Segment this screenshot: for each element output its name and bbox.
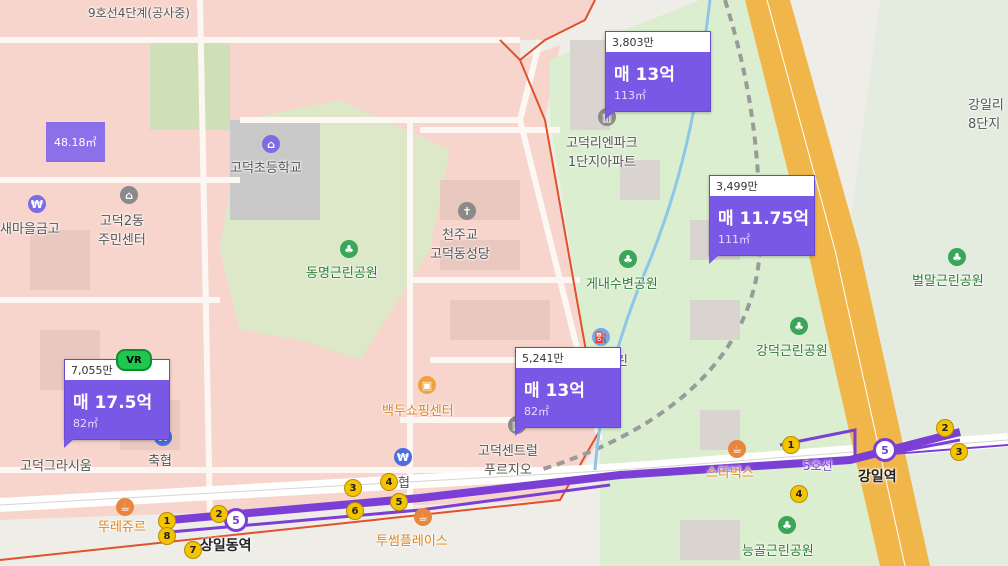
- listing-sale-price: 매 17.5억: [73, 393, 153, 413]
- map-base: [0, 0, 1008, 566]
- church-icon[interactable]: ✝: [458, 202, 476, 220]
- place-gangil-8[interactable]: 강일리 8단지: [968, 94, 1004, 132]
- place-nonghyup[interactable]: 축협: [148, 450, 172, 469]
- park-icon-genae[interactable]: ♣: [619, 250, 637, 268]
- listing-card[interactable]: 3,803만 매 13억 113㎡: [605, 31, 711, 120]
- place-church[interactable]: 천주교 고덕동성당: [430, 224, 490, 262]
- place-dongmyeong-park[interactable]: 동명근린공원: [306, 262, 378, 281]
- listing-price-per-area: 3,803만: [606, 32, 710, 52]
- exit-8-sangil[interactable]: 8: [158, 527, 176, 545]
- area-tag[interactable]: 48.18㎡: [46, 122, 105, 162]
- listing-card[interactable]: 5,241만 매 13억 82㎡: [515, 347, 621, 436]
- listing-area: 82㎡: [73, 417, 98, 430]
- place-neunggol-park[interactable]: 능골근린공원: [742, 540, 814, 559]
- bank-icon-hyeop[interactable]: ₩: [394, 448, 412, 466]
- road-label-line9: 9호선4단계(공사중): [88, 6, 190, 20]
- exit-1-gangil[interactable]: 1: [782, 436, 800, 454]
- place-central-prugio[interactable]: 고덕센트럴 푸르지오: [478, 440, 538, 478]
- station-marker-gangil[interactable]: 5: [873, 438, 897, 462]
- listing-price-per-area: 3,499만: [710, 176, 814, 196]
- place-genaesubyeon-park[interactable]: 게내수변공원: [586, 273, 658, 292]
- place-apt-enpark[interactable]: 고덕리엔파크 1단지아파트: [566, 132, 638, 170]
- place-tous[interactable]: 뚜레쥬르: [98, 516, 146, 535]
- exit-2-sangil[interactable]: 2: [210, 505, 228, 523]
- bank-icon[interactable]: ₩: [28, 195, 46, 213]
- listing-card[interactable]: 3,499만 매 11.75억 111㎡: [709, 175, 815, 264]
- vr-badge[interactable]: VR: [116, 349, 152, 371]
- place-bulmal-park[interactable]: 벌말근린공원: [912, 270, 984, 289]
- place-starbucks[interactable]: 스타벅스: [706, 462, 754, 481]
- school-icon[interactable]: ⌂: [262, 135, 280, 153]
- listing-sale-price: 매 11.75억: [718, 209, 809, 229]
- listing-area: 111㎡: [718, 233, 750, 246]
- place-saemaeul[interactable]: 새마을금고: [0, 218, 60, 237]
- place-hyeop: 협: [398, 476, 410, 491]
- exit-3-sangil[interactable]: 3: [344, 479, 362, 497]
- listing-sale-price: 매 13억: [524, 381, 585, 401]
- exit-7-sangil[interactable]: 7: [184, 541, 202, 559]
- exit-2-gangil[interactable]: 2: [936, 419, 954, 437]
- exit-5-sangil[interactable]: 5: [390, 493, 408, 511]
- road-label-line5: 5호선: [803, 459, 833, 473]
- listing-area: 82㎡: [524, 405, 549, 418]
- map-canvas[interactable]: 9호선4단계(공사중) 5호선 ⌂ 고덕초등학교 ₩ 새마을금고 ⌂ 고덕2동 …: [0, 0, 1008, 566]
- listing-area: 113㎡: [614, 89, 646, 102]
- place-twosome[interactable]: 투썸플레이스: [376, 530, 448, 549]
- station-sangil[interactable]: 상일동역: [200, 535, 252, 555]
- park-icon[interactable]: ♣: [340, 240, 358, 258]
- bakery-icon-tous[interactable]: ☕: [116, 498, 134, 516]
- place-gracium[interactable]: 고덕그라시움: [20, 455, 92, 474]
- government-icon[interactable]: ⌂: [120, 186, 138, 204]
- place-baekdu-shopping[interactable]: 백두쇼핑센터: [382, 400, 454, 419]
- listing-sale-price: 매 13억: [614, 65, 675, 85]
- shopping-icon[interactable]: ▣: [418, 376, 436, 394]
- place-gangdeok-park[interactable]: 강덕근린공원: [756, 340, 828, 359]
- exit-3-gangil[interactable]: 3: [950, 443, 968, 461]
- listing-card[interactable]: 7,055만 매 17.5억 82㎡: [64, 359, 170, 448]
- place-community-center[interactable]: 고덕2동 주민센터: [98, 210, 146, 248]
- park-icon-bulmal[interactable]: ♣: [948, 248, 966, 266]
- station-gangil[interactable]: 강일역: [858, 466, 897, 486]
- exit-6-sangil[interactable]: 6: [346, 502, 364, 520]
- place-school[interactable]: 고덕초등학교: [230, 157, 302, 176]
- park-icon-gangdeok[interactable]: ♣: [790, 317, 808, 335]
- park-icon-neunggol[interactable]: ♣: [778, 516, 796, 534]
- cafe-icon-twosome[interactable]: ☕: [414, 508, 432, 526]
- gas-station-icon[interactable]: ⛽: [592, 328, 610, 346]
- exit-4-sangil[interactable]: 4: [380, 473, 398, 491]
- exit-4-gangil[interactable]: 4: [790, 485, 808, 503]
- listing-price-per-area: 5,241만: [516, 348, 620, 368]
- cafe-icon-starbucks[interactable]: ☕: [728, 440, 746, 458]
